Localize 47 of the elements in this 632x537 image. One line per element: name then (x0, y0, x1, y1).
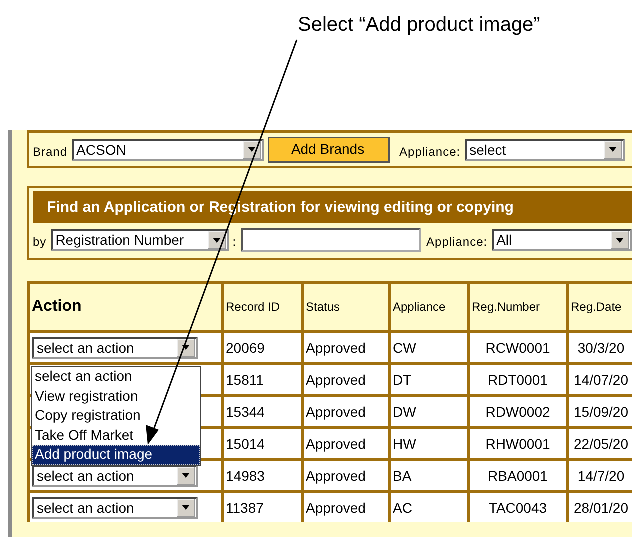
action-select[interactable]: select an action (32, 464, 198, 486)
add-brands-button[interactable]: Add Brands (268, 136, 390, 162)
table-cell: 28/01/20 (568, 492, 632, 522)
table-cell: RHW0001 (468, 428, 568, 460)
table-cell: RDW0002 (468, 396, 568, 428)
table-cell: RBA0001 (468, 460, 568, 492)
brand-label: Brand (33, 144, 68, 158)
dropdown-option[interactable]: Add product image (32, 445, 200, 464)
search-field[interactable] (240, 228, 421, 252)
table-cell: 15014 (222, 428, 302, 460)
table-cell: Approved (302, 364, 390, 396)
table-cell: 14983 (222, 460, 302, 492)
dropdown-option[interactable]: select an action (32, 367, 200, 386)
table-cell: CW (390, 332, 468, 364)
column-header: Action (28, 282, 222, 332)
table-cell: 15344 (222, 396, 302, 428)
column-header: Status (302, 282, 390, 332)
action-select[interactable]: select an action (32, 496, 198, 518)
column-header: Record ID (222, 282, 302, 332)
table-cell: Approved (302, 428, 390, 460)
appliance-label: Appliance: (426, 234, 488, 249)
table-cell: Approved (302, 332, 390, 364)
by-label: by (33, 234, 47, 249)
table-cell: Approved (302, 460, 390, 492)
table-cell: RCW0001 (468, 332, 568, 364)
appliance-select[interactable]: All (492, 229, 632, 251)
action-select[interactable]: select an action (32, 336, 198, 358)
column-header: Reg.Date (568, 282, 632, 332)
column-header: Appliance (390, 282, 468, 332)
separator: : (232, 234, 237, 249)
table-cell: 15811 (222, 364, 302, 396)
table-cell: Approved (302, 396, 390, 428)
dropdown-option[interactable]: View registration (32, 386, 200, 406)
dropdown-option[interactable]: Take Off Market (32, 426, 200, 445)
callout-text: Select “Add product image” (298, 14, 540, 37)
appliance-select[interactable]: select (464, 138, 625, 160)
appliance-label: Appliance: (400, 144, 461, 158)
column-header: Reg.Number (468, 282, 568, 332)
table-cell: BA (390, 460, 468, 492)
table-cell: RDT0001 (468, 364, 568, 396)
table-cell: HW (390, 428, 468, 460)
dropdown-option[interactable]: Copy registration (32, 406, 200, 426)
table-cell: DT (390, 364, 468, 396)
search-by-select[interactable]: Registration Number (50, 229, 229, 251)
table-cell: DW (390, 396, 468, 428)
brand-select[interactable]: ACSON (72, 138, 264, 160)
table-cell: 20069 (222, 332, 302, 364)
